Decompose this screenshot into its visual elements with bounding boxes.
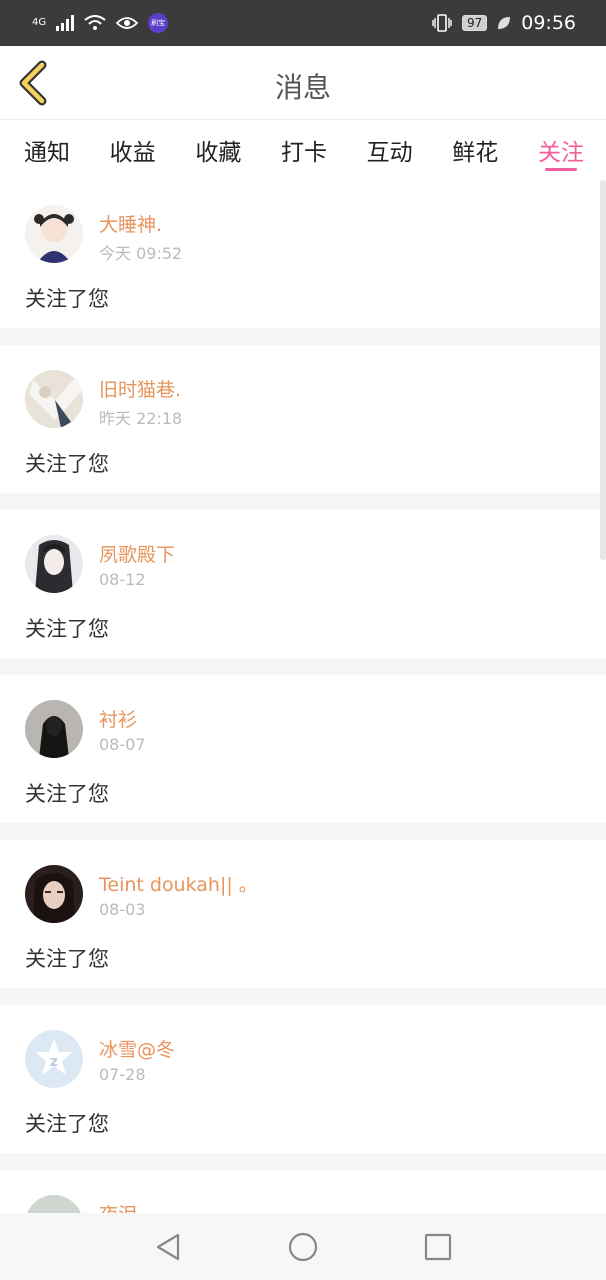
tab-label: 鲜花 [452,140,499,166]
tab-notifications[interactable]: 通知 [24,121,70,179]
vibrate-icon [432,14,452,32]
battery-indicator: 97 [461,15,488,31]
timestamp: 07-28 [99,1065,146,1084]
message-text: 关注了您 [25,617,109,641]
avatar[interactable] [25,370,83,428]
list-item[interactable]: 旧时猫巷. 昨天 22:18 关注了您 [0,345,606,493]
username[interactable]: 大睡神. [99,210,162,237]
circle-home-icon [288,1232,318,1261]
divider [0,823,606,840]
username[interactable]: Teint doukah|| 。 [99,870,258,897]
tab-label: 互动 [366,140,413,166]
nav-recents-button[interactable] [418,1227,458,1267]
username[interactable]: 冰雪@冬 [99,1035,175,1062]
username[interactable]: 旧时猫巷. [99,375,181,402]
list-item[interactable]: Teint doukah|| 。 08-03 关注了您 [0,840,606,988]
username[interactable]: 夜泪 [99,1200,137,1213]
eye-icon [116,17,139,29]
status-bar: 4G 刷宝 97 09:56 [0,0,606,46]
avatar[interactable] [25,205,83,263]
list-item[interactable]: 大睡神. 今天 09:52 关注了您 [0,180,606,328]
tab-label: 关注 [537,140,584,166]
divider [0,658,606,675]
list-item[interactable]: 衬衫 08-07 关注了您 [0,675,606,823]
svg-text:z: z [50,1054,58,1070]
message-text: 关注了您 [25,1112,109,1136]
wifi-icon [84,15,106,30]
message-text: 关注了您 [25,287,109,311]
tab-favorites[interactable]: 收藏 [195,121,241,179]
network-label: 4G [32,17,47,28]
system-nav-bar [0,1213,606,1280]
list-item[interactable]: z 冰雪@冬 07-28 关注了您 [0,1005,606,1153]
list-item[interactable]: 夜泪 [0,1170,606,1213]
signal-icon [56,15,75,31]
nav-home-button[interactable] [283,1227,323,1267]
tab-checkin[interactable]: 打卡 [281,121,327,179]
divider [0,1153,606,1170]
timestamp: 昨天 22:18 [99,409,183,428]
divider [0,988,606,1005]
scrollbar[interactable] [600,180,606,560]
timestamp: 08-07 [99,735,146,754]
message-text: 关注了您 [25,782,109,806]
active-tab-indicator [544,168,577,171]
tab-label: 收藏 [195,140,242,166]
tab-follows[interactable]: 关注 [538,121,584,179]
message-list[interactable]: 大睡神. 今天 09:52 关注了您 旧时猫巷. 昨天 22:18 关注了您 夙… [0,180,606,1213]
timestamp: 08-03 [99,900,146,919]
tab-label: 通知 [24,140,70,166]
avatar[interactable] [25,1195,83,1213]
username[interactable]: 衬衫 [99,705,137,732]
divider [0,493,606,510]
clock: 09:56 [521,12,576,34]
message-text: 关注了您 [25,452,109,476]
app-badge-icon: 刷宝 [148,13,169,33]
avatar[interactable] [25,865,83,923]
nav-back-button[interactable] [148,1227,188,1267]
page-title: 消息 [274,71,331,104]
triangle-back-icon [156,1233,180,1260]
divider [0,328,606,345]
avatar[interactable]: z [25,1030,83,1088]
timestamp: 08-12 [99,570,146,589]
list-item[interactable]: 夙歌殿下 08-12 关注了您 [0,510,606,658]
tab-label: 打卡 [280,140,327,166]
username[interactable]: 夙歌殿下 [99,540,175,567]
tab-label: 收益 [109,140,156,166]
avatar[interactable] [25,700,83,758]
leaf-icon [498,17,511,29]
square-recents-icon [424,1233,452,1260]
message-text: 关注了您 [25,947,109,971]
tab-flowers[interactable]: 鲜花 [452,121,498,179]
tab-interactions[interactable]: 互动 [367,121,413,179]
tab-bar: 通知 收益 收藏 打卡 互动 鲜花 关注 [0,121,606,179]
timestamp: 今天 09:52 [99,244,183,263]
header: 消息 [0,46,606,120]
tab-earnings[interactable]: 收益 [110,121,156,179]
avatar[interactable] [25,535,83,593]
